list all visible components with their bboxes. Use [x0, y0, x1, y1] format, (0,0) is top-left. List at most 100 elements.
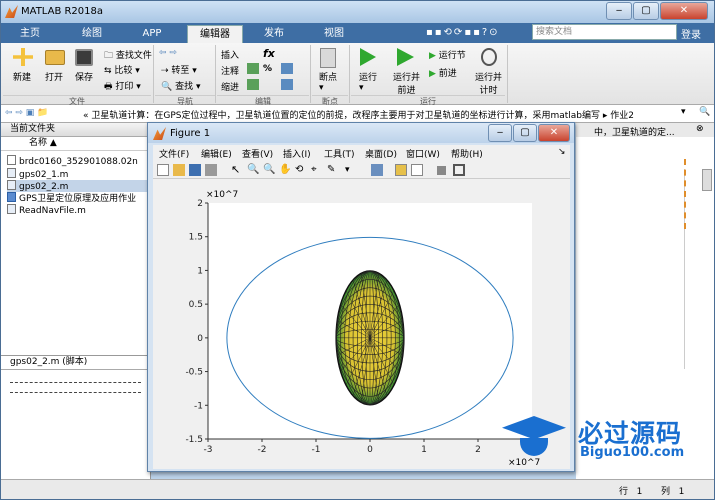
quick-access-toolbar[interactable]: ▪▪⟲⟳▪▪?⊙: [426, 27, 500, 38]
figure-title-bar[interactable]: Figure 1 ‒ ▢ ✕: [148, 123, 574, 143]
new-button[interactable]: 新建: [13, 70, 31, 83]
login-link[interactable]: 登录: [681, 26, 701, 41]
figure-title: Figure 1: [170, 128, 211, 139]
brush-icon[interactable]: ✎: [327, 164, 339, 176]
menu-dock-icon[interactable]: ↘: [558, 147, 566, 157]
indent-icon[interactable]: [247, 79, 259, 90]
tab-home[interactable]: 主页: [9, 25, 51, 43]
zoom-out-icon[interactable]: 🔍: [263, 164, 275, 176]
comment-icon[interactable]: [247, 63, 259, 74]
goto-button[interactable]: ⇢ 转至 ▾: [161, 63, 197, 76]
x-tick-label: -2: [258, 445, 267, 455]
figure-maximize-button[interactable]: ▢: [513, 124, 537, 142]
advance-button[interactable]: ▶ 前进: [429, 66, 457, 79]
file-item[interactable]: gps02_1.m: [7, 168, 68, 180]
data-cursor-icon[interactable]: ⌖: [311, 164, 323, 176]
address-dropdown-icon[interactable]: ▾: [681, 107, 686, 117]
print-figure-icon[interactable]: [205, 164, 217, 176]
tab-apps[interactable]: APP: [131, 25, 173, 43]
figure-minimize-button[interactable]: ‒: [488, 124, 512, 142]
run-advance-button[interactable]: 运行并 前进: [393, 70, 420, 96]
new-figure-icon[interactable]: [157, 164, 169, 176]
address-nav-icons[interactable]: ⇦ ⇨ ▣ 📁: [5, 108, 48, 118]
tab-editor[interactable]: 编辑器: [187, 25, 243, 43]
breakpoint-icon[interactable]: [320, 48, 336, 68]
brush-dropdown-icon[interactable]: ▾: [345, 164, 357, 176]
tab-plots[interactable]: 绘图: [71, 25, 113, 43]
open-icon[interactable]: [45, 50, 65, 65]
pointer-icon[interactable]: ↖: [231, 164, 243, 176]
maximize-button[interactable]: ▢: [633, 2, 659, 20]
uncomment-icon[interactable]: [281, 63, 293, 74]
menu-insert[interactable]: 插入(I): [283, 147, 311, 160]
breakpoint-button[interactable]: 断点 ▾: [319, 70, 337, 93]
tab-publish[interactable]: 发布: [253, 25, 295, 43]
find-files-button[interactable]: 🗀 查找文件: [104, 48, 152, 64]
section-nav: 导航: [155, 95, 215, 106]
run-time-icon[interactable]: [481, 48, 497, 66]
show-plot-tools-icon[interactable]: [453, 164, 465, 176]
column-header-name[interactable]: 名称 ▲: [1, 137, 150, 151]
editor-scrollbar[interactable]: [702, 169, 712, 191]
file-item[interactable]: brdc0160_352901088.02n: [7, 155, 138, 167]
file-item-selected[interactable]: gps02_2.m: [7, 180, 151, 192]
ribbon: 新建 打开 保存 🗀 查找文件 ⇆ 比较 ▾ 🖶 打印 ▾ 文件 ⇦ ⇨ ⇢ 转…: [1, 43, 714, 106]
editor-tab-label[interactable]: 中，卫星轨道的定...: [594, 125, 675, 138]
open-file-icon[interactable]: [173, 164, 185, 176]
zoom-in-icon[interactable]: 🔍: [247, 164, 259, 176]
print-button[interactable]: 🖶 打印 ▾: [104, 79, 141, 95]
insert-button[interactable]: 插入: [221, 48, 239, 61]
save-figure-icon[interactable]: [189, 164, 201, 176]
hide-plot-tools-icon[interactable]: [437, 166, 446, 175]
doc-file-icon: [7, 192, 16, 202]
link-plot-icon[interactable]: [371, 164, 383, 176]
save-button[interactable]: 保存: [75, 70, 93, 83]
menu-view[interactable]: 查看(V): [242, 147, 273, 160]
menu-edit[interactable]: 编辑(E): [201, 147, 232, 160]
find-button[interactable]: 🔍 查找 ▾: [161, 79, 200, 92]
rotate-icon[interactable]: ⟲: [295, 164, 307, 176]
detail-title: gps02_2.m (脚本): [1, 356, 150, 370]
close-button[interactable]: ✕: [660, 2, 708, 20]
file-item[interactable]: GPS卫星定位原理及应用作业: [7, 192, 136, 204]
address-path[interactable]: « 卫星轨道计算：在GPS定位过程中，卫星轨道位置的定位的前提，改程序主要用于对…: [83, 108, 634, 121]
figure-close-button[interactable]: ✕: [538, 124, 570, 142]
menu-desktop[interactable]: 桌面(D): [365, 147, 397, 160]
smart-indent-icon[interactable]: [281, 79, 293, 90]
menu-tools[interactable]: 工具(T): [324, 147, 355, 160]
menu-file[interactable]: 文件(F): [159, 147, 189, 160]
open-button[interactable]: 打开: [45, 70, 63, 83]
run-section-button[interactable]: ▶ 运行节: [429, 48, 466, 61]
search-input[interactable]: 搜索文档: [532, 24, 677, 40]
x-tick-label: -1: [312, 445, 321, 455]
pan-icon[interactable]: ✋: [279, 164, 291, 176]
file-item[interactable]: ReadNavFile.m: [7, 204, 86, 216]
legend-icon[interactable]: [411, 164, 423, 176]
run-button[interactable]: 运行 ▾: [359, 70, 377, 93]
indent-button[interactable]: 缩进: [221, 80, 239, 93]
section-file: 文件: [3, 95, 151, 106]
run-icon[interactable]: [360, 48, 376, 66]
comment-button[interactable]: 注释: [221, 64, 239, 77]
minimize-button[interactable]: ‒: [606, 2, 632, 20]
close-tab-icon[interactable]: ⊗: [696, 124, 704, 134]
colorbar-icon[interactable]: [395, 164, 407, 176]
y-tick-label: 0: [197, 334, 203, 344]
editor-tab-strip[interactable]: 中，卫星轨道的定... ⊗: [576, 123, 714, 138]
save-icon[interactable]: [75, 49, 93, 66]
tab-view[interactable]: 视图: [313, 25, 355, 43]
y-tick-label: 1: [197, 266, 203, 276]
address-bar[interactable]: ⇦ ⇨ ▣ 📁 « 卫星轨道计算：在GPS定位过程中，卫星轨道位置的定位的前提，…: [1, 105, 714, 123]
compare-button[interactable]: ⇆ 比较 ▾: [104, 63, 140, 76]
percent-button[interactable]: %: [263, 64, 272, 74]
menu-window[interactable]: 窗口(W): [406, 147, 440, 160]
figure-menu-bar: 文件(F) 编辑(E) 查看(V) 插入(I) 工具(T) 桌面(D) 窗口(W…: [153, 145, 570, 161]
m-file-icon: [7, 168, 16, 178]
new-icon[interactable]: [13, 48, 33, 66]
run-time-button[interactable]: 运行并 计时: [475, 70, 502, 96]
address-search-icon[interactable]: 🔍: [699, 107, 710, 117]
menu-help[interactable]: 帮助(H): [451, 147, 483, 160]
nav-back-forward-icon[interactable]: ⇦ ⇨: [159, 48, 177, 58]
fx-button[interactable]: fx: [263, 47, 275, 60]
run-advance-icon[interactable]: [397, 48, 414, 66]
